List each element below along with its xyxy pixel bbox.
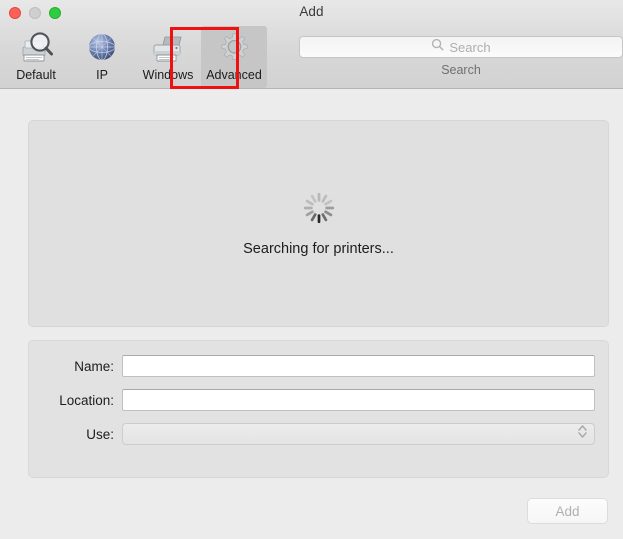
title-bar: Add Default IP Windows Advanced Search S… xyxy=(0,0,623,89)
use-popup-button[interactable] xyxy=(122,423,595,445)
search-placeholder-group: Search xyxy=(431,38,491,56)
dialog-body: Searching for printers... Name: Location… xyxy=(0,89,623,539)
printer-magnifier-icon xyxy=(16,29,56,67)
gear-icon xyxy=(214,29,254,67)
printer-list-panel: Searching for printers... xyxy=(28,120,609,327)
add-button[interactable]: Add xyxy=(527,498,608,524)
add-button-label: Add xyxy=(555,503,580,519)
name-label: Name: xyxy=(74,358,114,374)
toolbar-tabs: Default IP Windows Advanced xyxy=(3,26,267,88)
tab-label-ip: IP xyxy=(96,68,108,82)
printer-details-form: Name: Location: Use: xyxy=(28,340,609,478)
tab-advanced[interactable]: Advanced xyxy=(201,26,267,88)
tab-label-default: Default xyxy=(16,68,56,82)
name-input[interactable] xyxy=(122,355,595,377)
search-area: Search Search xyxy=(299,36,623,77)
search-input[interactable]: Search xyxy=(299,36,623,58)
location-label: Location: xyxy=(59,392,114,408)
tab-ip[interactable]: IP xyxy=(69,26,135,88)
search-icon xyxy=(431,38,444,56)
activity-spinner-icon xyxy=(302,191,336,225)
form-row-location: Location: xyxy=(29,389,608,411)
tab-label-advanced: Advanced xyxy=(206,68,262,82)
search-placeholder-text: Search xyxy=(449,39,491,55)
chevron-updown-icon xyxy=(577,423,588,445)
printer-icon xyxy=(148,29,188,67)
tab-default[interactable]: Default xyxy=(3,26,69,88)
tab-label-windows: Windows xyxy=(142,68,194,82)
tab-windows[interactable]: Windows xyxy=(135,26,201,88)
search-caption: Search xyxy=(441,63,481,77)
use-label: Use: xyxy=(86,426,114,442)
form-row-name: Name: xyxy=(29,355,608,377)
location-input[interactable] xyxy=(122,389,595,411)
searching-status-text: Searching for printers... xyxy=(243,240,394,257)
form-row-use: Use: xyxy=(29,423,608,445)
add-printer-window: Add Default IP Windows Advanced Search S… xyxy=(0,0,623,539)
window-title: Add xyxy=(299,4,324,19)
globe-icon xyxy=(82,29,122,67)
